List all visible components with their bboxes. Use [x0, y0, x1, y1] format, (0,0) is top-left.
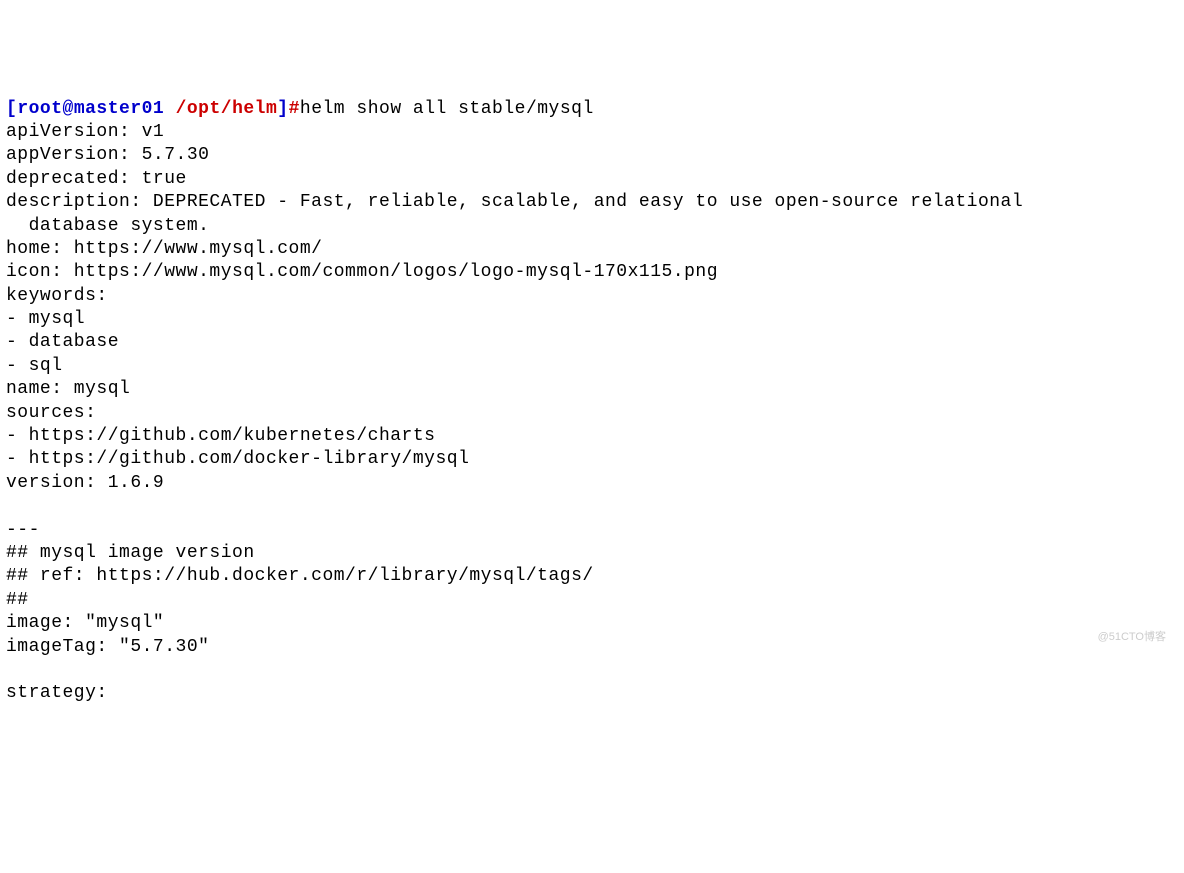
watermark-text: @51CTO博客: [1098, 630, 1166, 644]
output-line: version: 1.6.9: [6, 473, 164, 493]
prompt-bracket-close: ]: [277, 99, 288, 119]
output-line: keywords:: [6, 286, 108, 306]
prompt-separator: [164, 99, 175, 119]
prompt-user-host: root@master01: [17, 99, 164, 119]
output-line: ---: [6, 520, 40, 540]
output-line: ##: [6, 590, 29, 610]
terminal-output: [root@master01 /opt/helm]#helm show all …: [6, 98, 1178, 706]
command-text[interactable]: helm show all stable/mysql: [300, 99, 594, 119]
output-line: icon: https://www.mysql.com/common/logos…: [6, 262, 718, 282]
output-line: - https://github.com/kubernetes/charts: [6, 426, 435, 446]
output-line: strategy:: [6, 683, 108, 703]
prompt-hash: #: [289, 99, 300, 119]
output-line: database system.: [6, 216, 209, 236]
output-line: deprecated: true: [6, 169, 187, 189]
output-line: apiVersion: v1: [6, 122, 164, 142]
output-line: home: https://www.mysql.com/: [6, 239, 322, 259]
prompt-path: /opt/helm: [176, 99, 278, 119]
output-line: ## mysql image version: [6, 543, 255, 563]
output-line: image: "mysql": [6, 613, 164, 633]
output-line: - sql: [6, 356, 63, 376]
output-line: description: DEPRECATED - Fast, reliable…: [6, 192, 1023, 212]
prompt-bracket-open: [: [6, 99, 17, 119]
output-line: - https://github.com/docker-library/mysq…: [6, 449, 469, 469]
output-line: appVersion: 5.7.30: [6, 145, 209, 165]
output-line: sources:: [6, 403, 96, 423]
output-line: - database: [6, 332, 119, 352]
output-line: - mysql: [6, 309, 85, 329]
output-line: name: mysql: [6, 379, 130, 399]
output-line: imageTag: "5.7.30": [6, 637, 209, 657]
output-line: ## ref: https://hub.docker.com/r/library…: [6, 566, 594, 586]
